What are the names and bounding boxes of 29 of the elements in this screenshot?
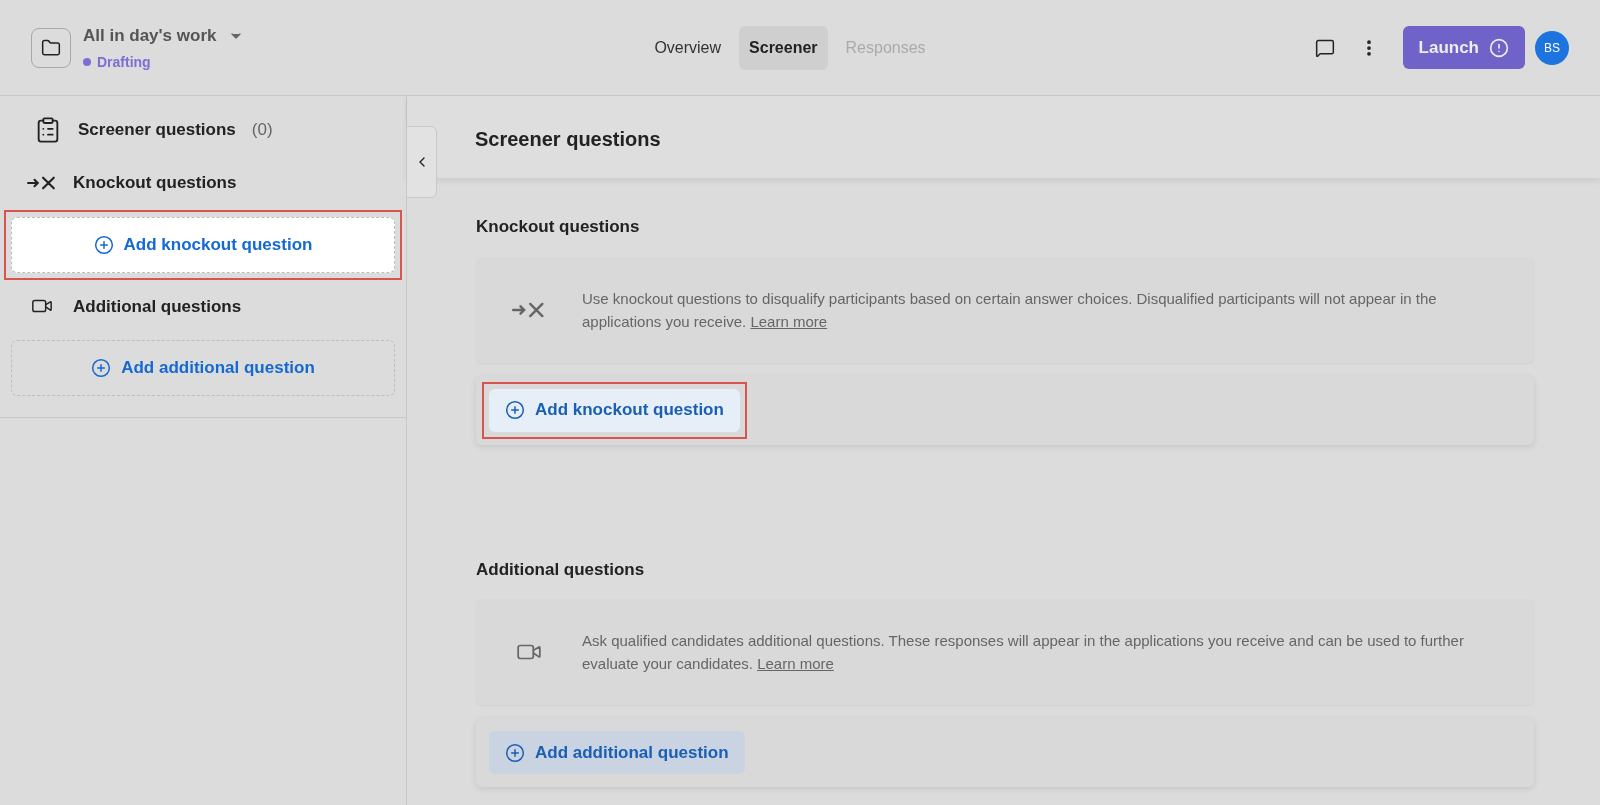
plus-circle-icon xyxy=(505,742,525,763)
alert-icon xyxy=(1489,37,1509,58)
question-count: (0) xyxy=(251,119,273,142)
add-question-button[interactable]: Add knockout question xyxy=(489,388,740,432)
section-heading: Additional questions xyxy=(476,558,646,581)
add-question-button[interactable]: Add knockout question xyxy=(11,216,395,273)
user-avatar[interactable]: BS xyxy=(1535,30,1569,65)
plus-circle-icon xyxy=(93,234,114,255)
learn-more-link[interactable]: Learn more xyxy=(750,312,828,330)
section-heading: Knockout questions xyxy=(476,216,641,238)
add-question-button[interactable]: Add additional question xyxy=(11,340,395,396)
project-title: All in day's work xyxy=(83,24,217,47)
sidebar-title: Screener questions xyxy=(78,119,236,142)
nav-tab[interactable]: Overview xyxy=(644,25,732,70)
section-description: Use knockout questions to disqualify participants based on certain answer choices. Disqualified participants will not appear in the applications you receive. Learn more xyxy=(582,288,1438,332)
page-title: Screener questions xyxy=(475,127,661,152)
launch-button[interactable]: Launch xyxy=(1402,26,1525,69)
status-label: Drafting xyxy=(97,53,151,73)
folder-icon xyxy=(41,37,61,58)
plus-circle-icon xyxy=(91,358,112,378)
comment-icon[interactable] xyxy=(1314,37,1335,58)
plus-circle-icon xyxy=(505,400,525,420)
sidebar-section-label: Additional questions xyxy=(73,295,242,318)
section-description: Ask qualified candidates additional questions. These responses will appear in the applications you receive and can be used to further evaluate your candidates. Learn more xyxy=(582,631,1465,674)
sidebar-section-label: Knockout questions xyxy=(73,172,237,194)
folder-button[interactable] xyxy=(31,27,71,68)
nav-tab[interactable]: Screener xyxy=(739,25,828,70)
learn-more-link[interactable]: Learn more xyxy=(757,655,834,672)
add-question-button[interactable]: Add additional question xyxy=(489,731,745,774)
